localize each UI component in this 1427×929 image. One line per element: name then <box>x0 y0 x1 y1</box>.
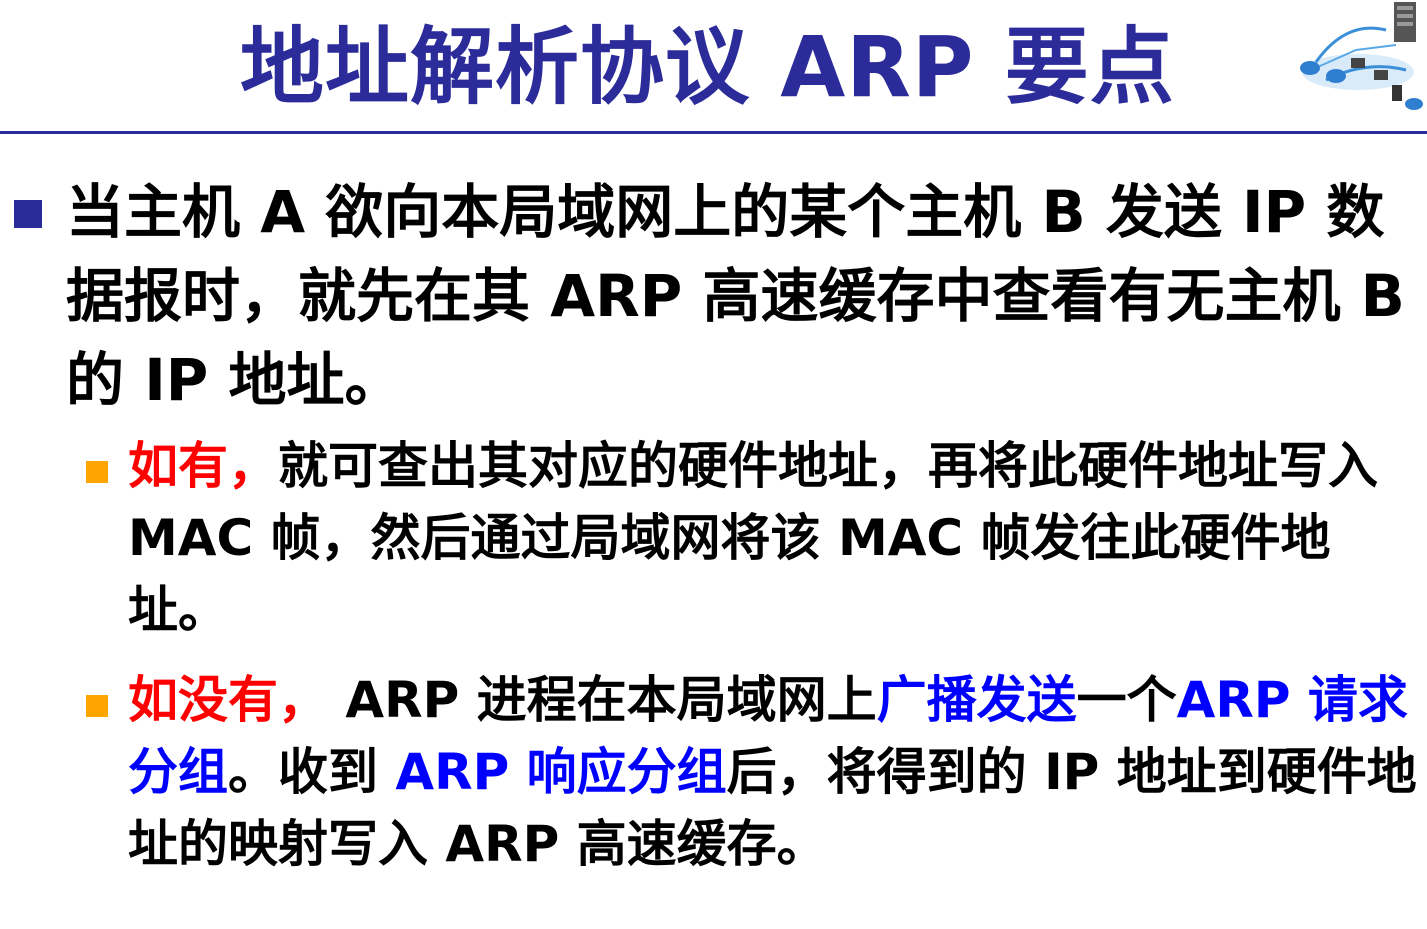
text-segment: 一个 <box>1076 671 1177 729</box>
sub-point-if-found: 如有，就可查出其对应的硬件地址，再将此硬件地址写入 MAC 帧，然后通过局域网将… <box>128 430 1418 646</box>
sub-point-if-not-found: 如没有， ARP 进程在本局域网上广播发送一个ARP 请求分组。收到 ARP 响… <box>128 664 1418 880</box>
bullet-marker <box>14 200 42 228</box>
sub-bullet-marker <box>86 695 108 717</box>
highlight-broadcast: 广播发送 <box>876 671 1077 729</box>
title-divider <box>0 131 1427 134</box>
sub-point-text: 就可查出其对应的硬件地址，再将此硬件地址写入 MAC 帧，然后通过局域网将该 M… <box>128 437 1378 639</box>
text-segment: ARP 进程在本局域网上 <box>328 671 877 729</box>
sub-bullet-marker <box>86 461 108 483</box>
main-point: 当主机 A 欲向本局域网上的某个主机 B 发送 IP 数据报时，就先在其 ARP… <box>66 178 1405 414</box>
network-diagram-icon <box>1300 2 1423 110</box>
text-segment: 。收到 <box>228 743 396 801</box>
lead-if-not-found: 如没有， <box>128 671 328 729</box>
page-title: 地址解析协议 ARP 要点 <box>240 18 1175 116</box>
lead-if-found: 如有， <box>128 437 278 495</box>
highlight-arp-response: ARP 响应分组 <box>395 743 727 801</box>
